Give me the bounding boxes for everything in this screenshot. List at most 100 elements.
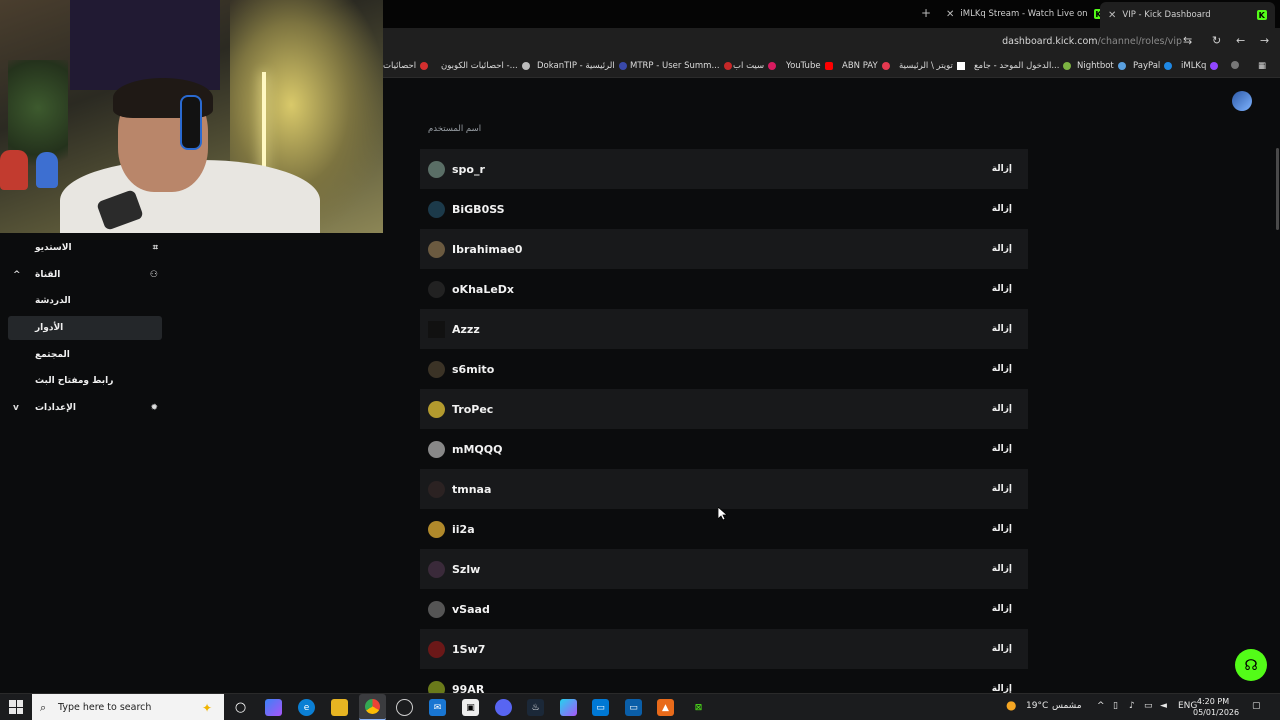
bookmark-item[interactable]: MTRP - User Summ... <box>630 61 732 71</box>
copilot-icon[interactable] <box>265 699 282 716</box>
avatar <box>428 520 445 538</box>
volume-icon[interactable]: ◄ <box>1160 701 1167 711</box>
bookmark-item[interactable]: احصائيات <box>383 61 429 71</box>
username: ii2a <box>452 522 475 536</box>
network-icon[interactable]: ▭ <box>1144 701 1153 711</box>
new-tab-icon[interactable]: + <box>921 6 931 20</box>
reload-icon[interactable]: ↻ <box>1212 34 1221 47</box>
bookmark-item[interactable]: سيت اب <box>733 61 777 71</box>
username: vSaad <box>452 602 490 616</box>
windows-start-icon[interactable] <box>9 700 23 714</box>
gear-icon: ✹ <box>150 403 158 413</box>
page-scrollbar[interactable] <box>1276 148 1279 230</box>
table-row: Szlw إزالة <box>420 549 1028 589</box>
sidebar-item-channel[interactable]: ^ القناة ⚇ <box>8 263 162 287</box>
remove-button[interactable]: إزالة <box>992 524 1012 534</box>
clock[interactable]: 4:20 PM 05/01/2026 <box>1193 696 1239 718</box>
sidebar-item-settings[interactable]: v الإعدادات ✹ <box>8 396 162 420</box>
bookmark-item[interactable]: تويتر \ الرئيسية <box>899 61 965 71</box>
table-row: BiGB0SS إزالة <box>420 189 1028 229</box>
bookmark-item[interactable]: YouTube <box>786 61 833 71</box>
battery-icon: ▯ <box>1113 701 1118 711</box>
channel-icon: ⚇ <box>149 270 158 280</box>
remove-button[interactable]: إزالة <box>992 284 1012 294</box>
remove-button[interactable]: إزالة <box>992 364 1012 374</box>
sidebar-item-label: المجتمع <box>35 350 70 360</box>
avatar <box>428 600 445 618</box>
site-settings-icon[interactable]: ⇆ <box>1183 34 1192 47</box>
task-view-icon[interactable]: ○ <box>232 699 249 716</box>
weather-icon: ● <box>1006 698 1017 712</box>
close-tab-icon[interactable]: ✕ <box>946 9 954 20</box>
remove-button[interactable]: إزالة <box>992 324 1012 334</box>
remove-button[interactable]: إزالة <box>992 164 1012 174</box>
bookmark-item[interactable]: Nightbot <box>1077 61 1126 71</box>
remove-button[interactable]: إزالة <box>992 404 1012 414</box>
file-explorer-icon[interactable] <box>331 699 348 716</box>
sidebar-item-chat[interactable]: الدردشة <box>8 289 162 313</box>
chevron-down-icon[interactable]: v <box>13 403 19 413</box>
back-icon[interactable]: ← <box>1236 34 1245 47</box>
remove-button[interactable]: إزالة <box>992 564 1012 574</box>
username: Szlw <box>452 562 481 576</box>
tab-label: iMLKq Stream - Watch Live on <box>960 9 1088 19</box>
app-icon[interactable]: ▭ <box>625 699 642 716</box>
chevron-up-icon[interactable]: ^ <box>1097 701 1105 711</box>
support-chat-button[interactable]: ☊ <box>1235 649 1267 681</box>
bookmark-item[interactable]: احصائيات الكوبون -... <box>441 61 530 71</box>
bookmark-item[interactable]: DokanTIP - الرئيسية <box>537 61 627 71</box>
bookmark-item[interactable]: الدخول الموحد - جامع... <box>974 61 1072 71</box>
table-row: s6mito إزالة <box>420 349 1028 389</box>
app-icon[interactable]: ▲ <box>657 699 674 716</box>
remove-button[interactable]: إزالة <box>992 244 1012 254</box>
sidebar-item-community[interactable]: المجتمع <box>8 343 162 367</box>
headset-icon: ☊ <box>1244 656 1258 674</box>
remove-button[interactable]: إزالة <box>992 484 1012 494</box>
screen: + ✕ iMLKq Stream - Watch Live on K ✕ VIP… <box>0 0 1280 720</box>
bookmark-item[interactable]: PayPal <box>1133 61 1173 71</box>
notification-icon[interactable]: ▢ <box>1252 701 1261 711</box>
search-placeholder: Type here to search <box>58 702 152 713</box>
chevron-up-icon[interactable]: ^ <box>13 270 21 280</box>
table-row: Ibrahimae0 إزالة <box>420 229 1028 269</box>
sidebar-item-roles[interactable]: الأدوار <box>8 316 162 340</box>
username: mMQQQ <box>452 442 503 456</box>
sidebar-item-studio[interactable]: الاستديو ⌗ <box>8 236 162 260</box>
browser-tab-bar: + ✕ iMLKq Stream - Watch Live on K ✕ VIP… <box>383 0 1280 28</box>
tab-stream[interactable]: ✕ iMLKq Stream - Watch Live on K <box>946 4 1104 24</box>
forward-icon[interactable]: → <box>1260 34 1269 47</box>
url-input[interactable]: dashboard.kick.com/channel/roles/vip <box>1002 36 1182 47</box>
remove-button[interactable]: إزالة <box>992 204 1012 214</box>
apps-icon[interactable]: ▦ <box>1258 61 1266 71</box>
bookmark-label: iMLKq <box>1181 61 1207 71</box>
obs-icon[interactable] <box>396 699 413 716</box>
table-row: TroPec إزالة <box>420 389 1028 429</box>
sidebar-item-stream-key[interactable]: رابط ومفتاح البث <box>8 369 162 393</box>
mail-icon[interactable]: ✉ <box>429 699 446 716</box>
bookmark-item[interactable]: iMLKq <box>1181 61 1219 71</box>
profile-avatar[interactable] <box>1232 91 1252 111</box>
remove-button[interactable]: إزالة <box>992 604 1012 614</box>
app-icon[interactable]: ▭ <box>592 699 609 716</box>
remove-button[interactable]: إزالة <box>992 444 1012 454</box>
avatar <box>428 560 445 578</box>
discord-icon[interactable] <box>495 699 512 716</box>
avatar <box>428 240 445 258</box>
bookmark-icon[interactable] <box>1231 61 1239 69</box>
app-icon[interactable]: ⊠ <box>690 699 707 716</box>
username: spo_r <box>452 162 485 176</box>
mouse-cursor-icon <box>718 507 728 521</box>
tab-vip-dashboard[interactable]: ✕ VIP - Kick Dashboard K <box>1100 2 1275 28</box>
chrome-icon[interactable] <box>359 694 386 720</box>
steam-icon[interactable]: ♨ <box>527 699 544 716</box>
close-tab-icon[interactable]: ✕ <box>1108 10 1116 21</box>
remove-button[interactable]: إزالة <box>992 644 1012 654</box>
bookmark-label: ABN PAY <box>842 61 878 71</box>
app-icon[interactable] <box>560 699 577 716</box>
edge-icon[interactable]: e <box>298 699 315 716</box>
app-icon[interactable]: ▣ <box>462 699 479 716</box>
table-row: spo_r إزالة <box>420 149 1028 189</box>
sidebar-item-label: الدردشة <box>35 296 71 306</box>
taskbar-search-field[interactable]: ⌕ Type here to search ✦ <box>32 694 224 720</box>
bookmark-item[interactable]: ABN PAY <box>842 61 890 71</box>
